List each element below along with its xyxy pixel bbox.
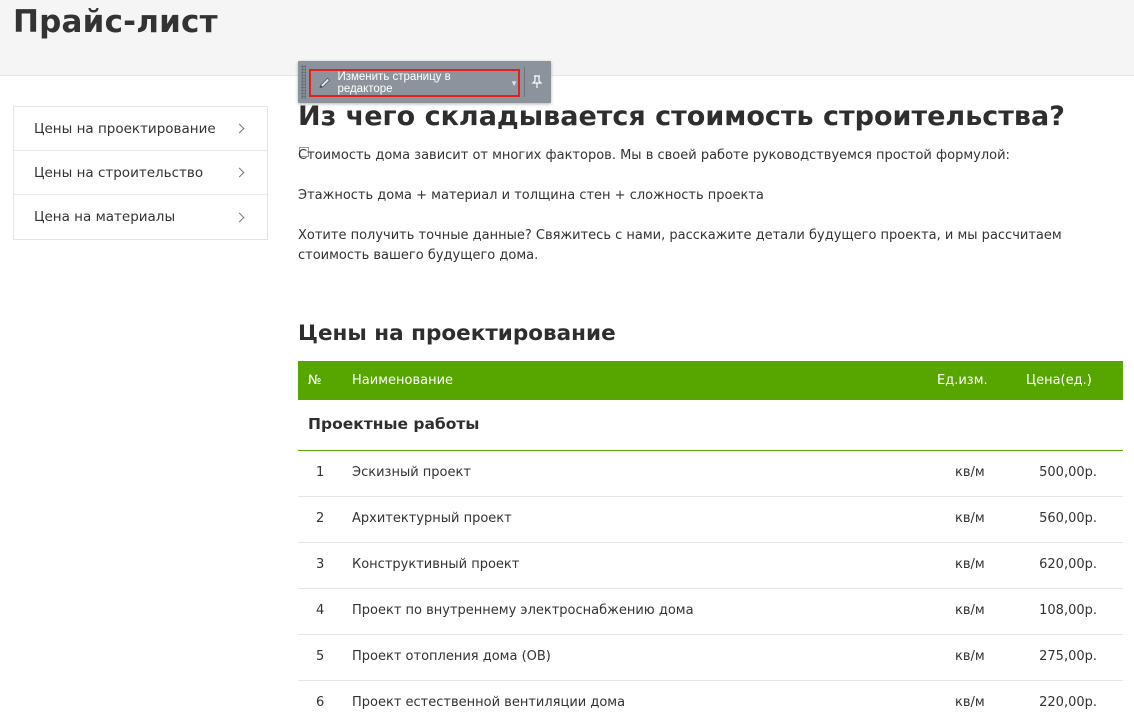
toolbar-divider	[524, 67, 525, 97]
editor-toolbar: Изменить страницу в редакторе ▼	[298, 61, 551, 103]
pin-icon[interactable]	[531, 75, 543, 89]
dropdown-caret-icon: ▼	[510, 78, 518, 88]
row-num: 2	[316, 511, 325, 526]
header-name: Наименование	[352, 373, 454, 388]
page-header: Прайс-лист	[0, 0, 1134, 76]
row-unit: кв/м	[955, 695, 985, 710]
sidebar-item-label: Цены на строительство	[34, 164, 204, 181]
row-price: 108,00р.	[1039, 603, 1097, 618]
row-name: Проект отопления дома (ОВ)	[352, 649, 551, 664]
row-price: 220,00р.	[1039, 695, 1097, 710]
sidebar-menu: Цены на проектирование Цены на строитель…	[13, 106, 268, 240]
row-unit: кв/м	[955, 511, 985, 526]
table-header: № Наименование Ед.изм. Цена(ед.)	[298, 361, 1123, 400]
edit-page-button[interactable]: Изменить страницу в редакторе ▼	[309, 69, 520, 97]
pencil-icon	[319, 77, 331, 89]
row-num: 1	[316, 465, 325, 480]
sidebar-item-material-prices[interactable]: Цена на материалы	[14, 195, 267, 239]
row-name: Эскизный проект	[352, 465, 471, 480]
header-price: Цена(ед.)	[1026, 373, 1092, 388]
chevron-right-icon	[234, 212, 245, 222]
table-row: 2 Архитектурный проект кв/м 560,00р.	[298, 497, 1123, 543]
table-group-row: Проектные работы	[298, 400, 1123, 451]
row-unit: кв/м	[955, 465, 985, 480]
row-name: Архитектурный проект	[352, 511, 512, 526]
row-name: Проект естественной вентиляции дома	[352, 695, 626, 710]
row-price: 275,00р.	[1039, 649, 1097, 664]
sidebar-item-label: Цена на материалы	[34, 209, 176, 225]
sidebar-item-design-prices[interactable]: Цены на проектирование	[14, 107, 267, 151]
row-name: Проект по внутреннему электроснабжению д…	[352, 603, 694, 618]
drag-handle[interactable]	[301, 65, 306, 99]
row-price: 500,00р.	[1039, 465, 1097, 480]
row-unit: кв/м	[955, 603, 985, 618]
row-unit: кв/м	[955, 557, 985, 572]
chevron-right-icon	[234, 167, 245, 178]
row-num: 4	[316, 603, 325, 618]
page-title: Прайс-лист	[13, 4, 218, 40]
row-num: 3	[316, 557, 325, 572]
content-heading: Из чего складывается стоимость строитель…	[298, 101, 1065, 132]
sidebar-item-label: Цены на проектирование	[34, 120, 216, 137]
row-price: 560,00р.	[1039, 511, 1097, 526]
row-price: 620,00р.	[1039, 557, 1097, 572]
header-unit: Ед.изм.	[937, 373, 988, 388]
contact-paragraph: Хотите получить точные данные? Свяжитесь…	[298, 228, 1062, 263]
table-row: 6 Проект естественной вентиляции дома кв…	[298, 681, 1123, 726]
sidebar-item-construction-prices[interactable]: Цены на строительство	[14, 151, 267, 195]
chevron-right-icon	[234, 123, 245, 134]
formula-paragraph: Этажность дома + материал и толщина стен…	[298, 188, 764, 203]
row-num: 5	[316, 649, 325, 664]
table-row: 3 Конструктивный проект кв/м 620,00р.	[298, 543, 1123, 589]
table-row: 5 Проект отопления дома (ОВ) кв/м 275,00…	[298, 635, 1123, 681]
row-name: Конструктивный проект	[352, 557, 520, 572]
header-num: №	[308, 373, 322, 388]
row-unit: кв/м	[955, 649, 985, 664]
table-row: 1 Эскизный проект кв/м 500,00р.	[298, 451, 1123, 497]
group-title: Проектные работы	[308, 415, 480, 433]
table-row: 4 Проект по внутреннему электроснабжению…	[298, 589, 1123, 635]
intro-paragraph: Стоимость дома зависит от многих факторо…	[298, 148, 1010, 163]
price-table: № Наименование Ед.изм. Цена(ед.) Проектн…	[298, 361, 1123, 726]
row-num: 6	[316, 695, 325, 710]
section-title: Цены на проектирование	[298, 321, 616, 346]
edit-page-label: Изменить страницу в редакторе	[337, 71, 451, 95]
